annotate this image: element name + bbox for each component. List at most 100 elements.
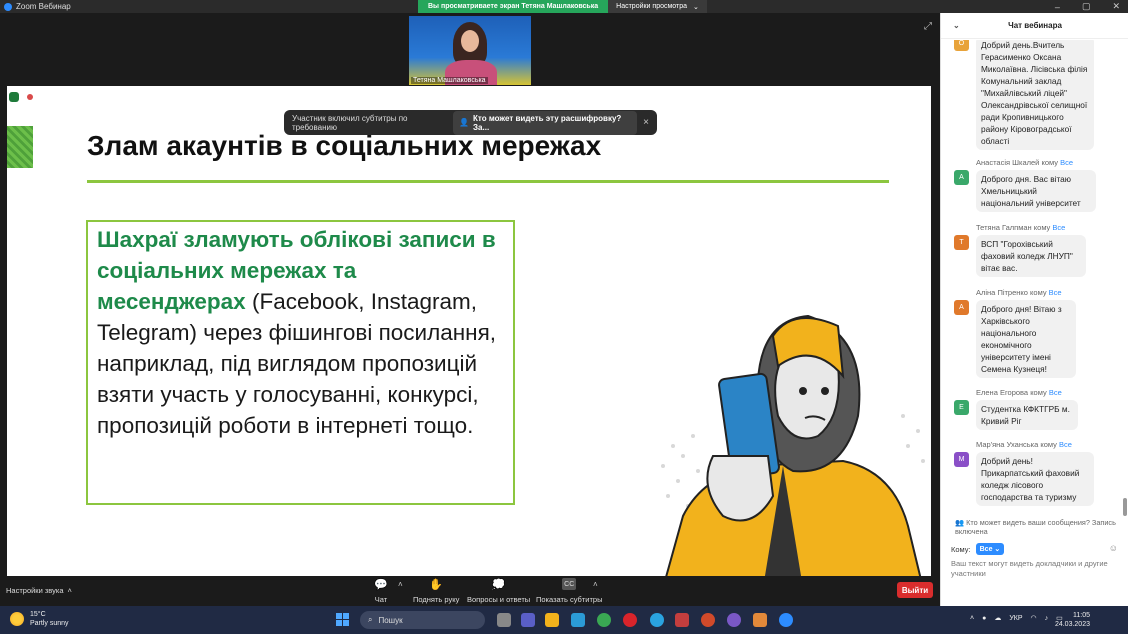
recipient: Все (1048, 288, 1062, 297)
message-meta: Тетяна Галпман кому Все (941, 223, 1123, 232)
raise-hand-label: Поднять руку (413, 595, 460, 604)
file-explorer-icon[interactable] (545, 613, 559, 627)
recipient: Все (1052, 223, 1066, 232)
speaker-video[interactable]: Тетяна Машлаковська (409, 16, 531, 85)
emoji-icon[interactable]: ☺ (1109, 543, 1118, 553)
chat-title: Чат вебинара (1008, 21, 1062, 30)
people-icon: 👥 (955, 518, 965, 527)
chevron-down-icon: ⌄ (693, 3, 699, 11)
close-button[interactable]: ✕ (1112, 1, 1120, 12)
captions-toast: Участник включил субтитры по требованию … (284, 110, 657, 135)
system-tray: ˄ ● ☁ УКР ◠ ♪ ▭ (970, 614, 1063, 623)
avatar: М (954, 452, 969, 467)
chevron-down-icon: ⌄ (994, 546, 1001, 553)
meeting-toolbar: Настройки звука ˄ 💬 Чат ˄ ✋ Поднять руку… (0, 576, 940, 606)
search-icon: ⌕ (368, 615, 373, 624)
avatar: А (954, 300, 969, 315)
opera-icon[interactable] (623, 613, 637, 627)
slide-decoration (7, 126, 33, 168)
leave-button[interactable]: Выйти (897, 582, 933, 598)
telegram-icon[interactable] (650, 613, 664, 627)
sender-name: Аліна Пітренко кому (976, 288, 1047, 297)
acrobat-icon[interactable] (675, 613, 689, 627)
maximize-button[interactable]: ▢ (1082, 1, 1091, 12)
search-label: Пошук (378, 615, 403, 625)
message-text: Доброго дня! Вітаю з Харківського націон… (976, 300, 1076, 378)
chevron-up-icon: ˄ (67, 586, 72, 595)
recipient: Все (1060, 158, 1074, 167)
app-icon[interactable] (753, 613, 767, 627)
captions-label: Показать субтитры (536, 595, 603, 604)
audio-settings-button[interactable]: Настройки звука ˄ (6, 586, 72, 595)
powerpoint-icon[interactable] (701, 613, 715, 627)
minimize-button[interactable]: – (1055, 2, 1060, 12)
chevron-down-icon[interactable]: ⌄ (953, 21, 960, 30)
weather-icon (10, 612, 24, 626)
viber-icon[interactable] (727, 613, 741, 627)
chat-messages[interactable]: O Добрий день.Вчитель Герасименко Оксана… (941, 40, 1123, 516)
to-label: Кому: (951, 544, 971, 554)
hacker-illustration (661, 314, 925, 588)
chat-message: Тетяна Галпман кому Все Т ВСП "Горохівсь… (941, 223, 1123, 277)
recipient-selector: Кому: Все ⌄ (951, 543, 1005, 555)
raise-hand-button[interactable]: ✋ Поднять руку (413, 578, 460, 605)
chevron-up-icon[interactable]: ˄ (970, 615, 974, 622)
store-icon[interactable] (571, 613, 585, 627)
window-title: Zoom Вебинар (16, 2, 71, 11)
message-text: Доброго дня. Вас вітаю Хмельницький наці… (976, 170, 1096, 212)
recipient: Все (1058, 440, 1072, 449)
message-meta: Аліна Пітренко кому Все (941, 288, 1123, 297)
toast-text: Участник включил субтитры по требованию (292, 113, 408, 132)
chat-message: O Добрий день.Вчитель Герасименко Оксана… (941, 40, 1123, 150)
message-text: ВСП "Горохівський фаховий коледж ЛНУП" в… (976, 235, 1086, 277)
sender-name: Тетяна Галпман кому (976, 223, 1051, 232)
taskbar-search[interactable]: ⌕ Пошук (360, 611, 485, 629)
message-meta: Елена Егорова кому Все (941, 388, 1123, 397)
chat-input[interactable]: Ваш текст могут видеть докладчики и друг… (951, 559, 1123, 579)
close-icon[interactable]: × (643, 117, 649, 128)
onedrive-icon[interactable]: ☁ (994, 614, 1001, 622)
hand-icon: ✋ (429, 578, 444, 591)
temperature: 15°C (30, 611, 46, 618)
time: 11:05 (1073, 612, 1090, 619)
chat-button[interactable]: 💬 Чат (374, 578, 388, 605)
chat-scrollbar[interactable] (1123, 43, 1127, 516)
recipient-value: Все (979, 546, 993, 553)
avatar: А (954, 170, 969, 185)
chat-message: Анастасія Шкалей кому Все А Доброго дня.… (941, 158, 1123, 212)
chrome-icon[interactable] (597, 613, 611, 627)
qa-icon: 💭 (491, 578, 506, 591)
date: 24.03.2023 (1054, 621, 1090, 628)
wifi-icon[interactable]: ◠ (1031, 614, 1037, 622)
chat-chevron-icon[interactable]: ˄ (398, 580, 403, 589)
volume-icon[interactable]: ♪ (1045, 615, 1049, 622)
teams-icon[interactable] (521, 613, 535, 627)
weather-widget[interactable]: 15°C Partly sunny (10, 610, 69, 628)
language-indicator[interactable]: УКР (1009, 615, 1022, 622)
message-meta: Анастасія Шкалей кому Все (941, 158, 1123, 167)
task-view-icon[interactable] (497, 613, 511, 627)
viewing-label: Вы просматриваете экран Тетяна Машлаковс… (418, 0, 609, 13)
recipient-dropdown[interactable]: Все ⌄ (975, 543, 1005, 555)
zoom-taskbar-icon[interactable] (779, 613, 793, 627)
transcript-visibility-button[interactable]: 👤 Кто может видеть эту расшифровку? За..… (453, 110, 638, 135)
view-options-button[interactable]: Настройки просмотра ⌄ (608, 0, 707, 13)
message-meta: Мар'яна Уханська кому Все (941, 440, 1123, 449)
share-banner: Вы просматриваете экран Тетяна Машлаковс… (418, 0, 707, 13)
weather-text: Partly sunny (30, 620, 69, 627)
sender-name: Анастасія Шкалей кому (976, 158, 1058, 167)
chat-label: Чат (374, 595, 388, 604)
defender-icon[interactable]: ● (982, 615, 986, 622)
title-underline (87, 180, 889, 183)
clock[interactable]: 11:05 24.03.2023 (1055, 611, 1090, 629)
windows-taskbar: 15°C Partly sunny ⌕ Пошук ˄ ● ☁ УКР ◠ ♪ ▭… (0, 606, 1128, 634)
qa-button[interactable]: 💭 Вопросы и ответы (467, 578, 530, 605)
windows-start-icon[interactable] (336, 613, 349, 626)
fullscreen-icon[interactable]: ⤢ (924, 21, 932, 32)
visibility-note[interactable]: 👥 Кто может видеть ваши сообщения? Запис… (955, 518, 1125, 536)
chat-message: Аліна Пітренко кому Все А Доброго дня! В… (941, 288, 1123, 378)
avatar: Е (954, 400, 969, 415)
scrollbar-thumb[interactable] (1123, 498, 1127, 516)
captions-chevron-icon[interactable]: ˄ (593, 580, 598, 589)
chat-icon: 💬 (374, 578, 388, 591)
